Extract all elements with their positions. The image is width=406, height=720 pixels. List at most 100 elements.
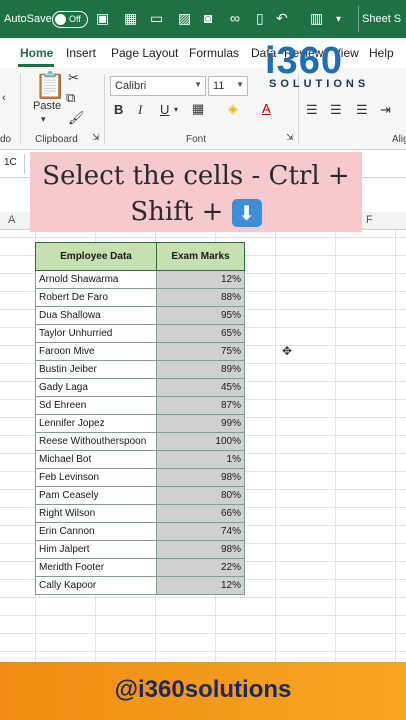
- font-size-select[interactable]: 11 ▼: [208, 76, 248, 96]
- employee-name-cell[interactable]: Dua Shallowa: [35, 306, 157, 325]
- paste-dropdown-icon[interactable]: ▾: [41, 114, 46, 125]
- employee-name-cell[interactable]: Erin Cannon: [35, 522, 157, 541]
- exam-mark-cell[interactable]: 89%: [156, 360, 245, 379]
- format-painter-icon[interactable]: 🖌: [68, 110, 85, 126]
- table-row: Faroon Mive 75%: [35, 342, 245, 361]
- alignment-group-label: Alig: [392, 134, 406, 145]
- table-row: Arnold Shawarma 12%: [35, 270, 245, 289]
- tab-page-layout[interactable]: Page Layout: [111, 46, 178, 60]
- exam-mark-cell[interactable]: 95%: [156, 306, 245, 325]
- exam-mark-cell[interactable]: 66%: [156, 504, 245, 523]
- tab-home[interactable]: Home: [20, 46, 53, 60]
- table-row: Robert De Faro 88%: [35, 288, 245, 307]
- exam-mark-cell[interactable]: 80%: [156, 486, 245, 505]
- exam-mark-cell[interactable]: 100%: [156, 432, 245, 451]
- exam-mark-cell[interactable]: 87%: [156, 396, 245, 415]
- cut-icon[interactable]: ✂: [68, 70, 79, 86]
- left-scroll-icon[interactable]: ‹: [2, 92, 6, 104]
- tab-insert[interactable]: Insert: [66, 46, 96, 60]
- font-launcher-icon[interactable]: ⇲: [286, 132, 294, 143]
- fill-color-icon[interactable]: ◈: [228, 101, 238, 117]
- employee-name-cell[interactable]: Cally Kapoor: [35, 576, 157, 595]
- employee-name-cell[interactable]: Robert De Faro: [35, 288, 157, 307]
- font-color-icon[interactable]: A: [262, 101, 271, 116]
- name-box[interactable]: 1C: [4, 157, 17, 168]
- table-row: Erin Cannon 74%: [35, 522, 245, 541]
- logo-tagline: SOLUTIONS: [269, 78, 370, 90]
- table-row: Cally Kapoor 12%: [35, 576, 245, 595]
- employee-name-cell[interactable]: Michael Bot: [35, 450, 157, 469]
- clipboard-launcher-icon[interactable]: ⇲: [92, 132, 100, 143]
- exam-mark-cell[interactable]: 22%: [156, 558, 245, 577]
- workbook-title: Sheet S: [362, 13, 402, 25]
- table-row: Dua Shallowa 95%: [35, 306, 245, 325]
- employee-name-cell[interactable]: Meridth Footer: [35, 558, 157, 577]
- save-icon[interactable]: ▣: [96, 10, 109, 27]
- employee-name-cell[interactable]: Taylor Unhurried: [35, 324, 157, 343]
- paste-icon[interactable]: 📋: [34, 70, 66, 101]
- header-exam-marks[interactable]: Exam Marks: [156, 242, 245, 271]
- employee-name-cell[interactable]: Feb Levinson: [35, 468, 157, 487]
- employee-name-cell[interactable]: Him Jalpert: [35, 540, 157, 559]
- cell-cursor-icon: ✥: [282, 344, 293, 358]
- active-tab-underline: [18, 64, 54, 67]
- exam-mark-cell[interactable]: 12%: [156, 270, 245, 289]
- camera-icon[interactable]: ◙: [204, 10, 212, 26]
- bold-button[interactable]: B: [114, 102, 123, 117]
- employee-name-cell[interactable]: Faroon Mive: [35, 342, 157, 361]
- i360-logo: i360 SOLUTIONS: [265, 40, 390, 96]
- font-size-value: 11: [213, 80, 225, 92]
- form-icon[interactable]: ▭: [150, 10, 163, 27]
- column-header-f[interactable]: F: [366, 214, 373, 226]
- employee-name-cell[interactable]: Arnold Shawarma: [35, 270, 157, 289]
- align-center-icon[interactable]: ☰: [330, 102, 342, 118]
- employee-name-cell[interactable]: Bustin Jeiber: [35, 360, 157, 379]
- tutorial-caption: Select the cells - Ctrl + Shift + ⬇: [30, 152, 362, 232]
- exam-mark-cell[interactable]: 88%: [156, 288, 245, 307]
- paste-label[interactable]: Paste: [33, 100, 61, 112]
- align-right-icon[interactable]: ☰: [356, 102, 368, 118]
- image-icon[interactable]: ▨: [178, 10, 191, 27]
- table-row: Reese Withoutherspoon 100%: [35, 432, 245, 451]
- undo-icon[interactable]: ↶: [276, 10, 288, 27]
- exam-mark-cell[interactable]: 65%: [156, 324, 245, 343]
- exam-mark-cell[interactable]: 74%: [156, 522, 245, 541]
- italic-button[interactable]: I: [138, 102, 142, 118]
- title-bar: AutoSave Off ▣ ▦ ▭ ▨ ◙ ∞ ▯ ↶ ▥ ▾ Sheet S: [0, 0, 406, 38]
- table-row: Sd Ehreen 87%: [35, 396, 245, 415]
- link-icon[interactable]: ∞: [230, 10, 240, 26]
- employee-name-cell[interactable]: Right Wilson: [35, 504, 157, 523]
- header-employee-data[interactable]: Employee Data: [35, 242, 157, 271]
- exam-mark-cell[interactable]: 1%: [156, 450, 245, 469]
- borders-icon[interactable]: ▦: [192, 101, 204, 117]
- down-arrow-key-icon: ⬇: [231, 199, 262, 227]
- exam-mark-cell[interactable]: 75%: [156, 342, 245, 361]
- exam-mark-cell[interactable]: 98%: [156, 468, 245, 487]
- tab-formulas[interactable]: Formulas: [189, 46, 239, 60]
- customize-dropdown-icon[interactable]: ▾: [336, 14, 341, 25]
- indent-icon[interactable]: ⇥: [380, 102, 391, 118]
- table-icon[interactable]: ▦: [124, 10, 137, 27]
- employee-name-cell[interactable]: Gady Laga: [35, 378, 157, 397]
- group-separator: [20, 74, 21, 144]
- table-row: Bustin Jeiber 89%: [35, 360, 245, 379]
- copy-icon[interactable]: ⧉: [66, 90, 75, 106]
- toggle-knob: [55, 14, 66, 25]
- chart-icon[interactable]: ▥: [310, 10, 323, 27]
- font-name-select[interactable]: Calibri ▼: [110, 76, 206, 96]
- exam-mark-cell[interactable]: 99%: [156, 414, 245, 433]
- underline-button[interactable]: U: [160, 102, 169, 117]
- autosave-toggle[interactable]: Off: [52, 11, 88, 28]
- exam-mark-cell[interactable]: 98%: [156, 540, 245, 559]
- employee-name-cell[interactable]: Sd Ehreen: [35, 396, 157, 415]
- underline-dropdown-icon[interactable]: ▾: [174, 105, 178, 114]
- column-header-a[interactable]: A: [8, 214, 15, 226]
- exam-mark-cell[interactable]: 45%: [156, 378, 245, 397]
- employee-name-cell[interactable]: Reese Withoutherspoon: [35, 432, 157, 451]
- caption-line-2-text: Shift +: [130, 197, 232, 227]
- new-file-icon[interactable]: ▯: [256, 10, 264, 27]
- align-left-icon[interactable]: ☰: [306, 102, 318, 118]
- exam-mark-cell[interactable]: 12%: [156, 576, 245, 595]
- employee-name-cell[interactable]: Pam Ceasely: [35, 486, 157, 505]
- employee-name-cell[interactable]: Lennifer Jopez: [35, 414, 157, 433]
